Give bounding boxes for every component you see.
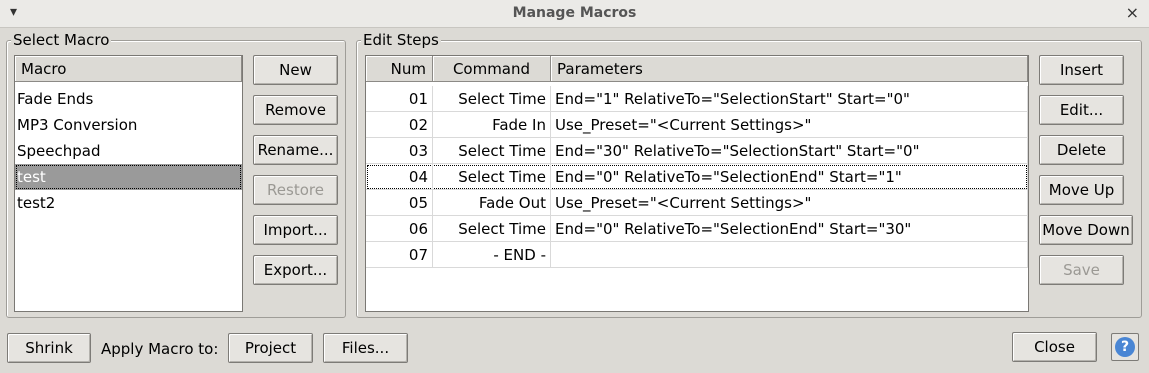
parameters-column-header[interactable]: Parameters (551, 56, 1028, 82)
select-macro-label: Select Macro (11, 31, 112, 49)
macro-column-header[interactable]: Macro (15, 56, 242, 82)
edit-button[interactable]: Edit... (1039, 95, 1124, 125)
export-button[interactable]: Export... (253, 255, 338, 285)
command-column-header[interactable]: Command (433, 56, 551, 82)
step-num-cell: 07 (366, 242, 433, 267)
help-icon: ? (1115, 337, 1135, 357)
close-icon[interactable]: × (1126, 3, 1139, 22)
step-num-cell: 04 (366, 164, 433, 189)
step-parameters-cell: End="1" RelativeTo="SelectionStart" Star… (551, 86, 1028, 111)
apply-files-button[interactable]: Files... (323, 333, 408, 363)
step-command-cell: Fade Out (433, 190, 551, 215)
macro-list[interactable]: Macro Fade Ends MP3 Conversion Speechpad te… (14, 55, 243, 312)
apply-macro-label: Apply Macro to: (101, 340, 219, 358)
step-row[interactable]: 06 Select Time End="0" RelativeTo="Selecti… (366, 216, 1028, 242)
apply-project-button[interactable]: Project (228, 333, 313, 363)
step-parameters-cell: End="30" RelativeTo="SelectionStart" Sta… (551, 138, 1028, 163)
step-command-cell: Select Time (433, 86, 551, 111)
num-column-header[interactable]: Num (366, 56, 433, 82)
remove-button[interactable]: Remove (253, 95, 338, 125)
help-button[interactable]: ? (1111, 333, 1139, 361)
window-title: Manage Macros (512, 5, 637, 21)
step-parameters-cell: End="0" RelativeTo="SelectionEnd" Start=… (551, 216, 1028, 241)
step-parameters-cell: End="0" RelativeTo="SelectionEnd" Start=… (551, 164, 1028, 189)
move-down-button[interactable]: Move Down (1039, 215, 1133, 245)
step-parameters-cell: Use_Preset="<Current Settings>" (551, 190, 1028, 215)
macro-list-item[interactable]: test (15, 164, 242, 190)
step-num-cell: 06 (366, 216, 433, 241)
rename-button[interactable]: Rename... (253, 135, 338, 165)
move-up-button[interactable]: Move Up (1039, 175, 1124, 205)
step-num-cell: 03 (366, 138, 433, 163)
close-button[interactable]: Close (1012, 332, 1097, 362)
step-command-cell: - END - (433, 242, 551, 267)
macro-list-item[interactable]: Fade Ends (15, 86, 242, 112)
step-row[interactable]: 03 Select Time End="30" RelativeTo="Select… (366, 138, 1028, 164)
step-command-cell: Select Time (433, 138, 551, 163)
import-button[interactable]: Import... (253, 215, 338, 245)
steps-table[interactable]: Num Command Parameters 01 Select Time End=… (365, 55, 1029, 312)
shrink-button[interactable]: Shrink (7, 333, 91, 363)
title-bar: ▾ Manage Macros × (0, 0, 1149, 28)
insert-button[interactable]: Insert (1039, 55, 1124, 85)
restore-button[interactable]: Restore (253, 175, 338, 205)
step-command-cell: Select Time (433, 164, 551, 189)
macro-list-item[interactable]: Speechpad (15, 138, 242, 164)
step-row[interactable]: 05 Fade Out Use_Preset="<Current Settings>… (366, 190, 1028, 216)
step-command-cell: Select Time (433, 216, 551, 241)
step-command-cell: Fade In (433, 112, 551, 137)
step-num-cell: 02 (366, 112, 433, 137)
step-row[interactable]: 02 Fade In Use_Preset="<Current Settings>" (366, 112, 1028, 138)
step-num-cell: 05 (366, 190, 433, 215)
step-num-cell: 01 (366, 86, 433, 111)
delete-button[interactable]: Delete (1039, 135, 1124, 165)
step-row[interactable]: 07- END - (366, 242, 1028, 268)
new-button[interactable]: New (253, 55, 338, 85)
edit-steps-label: Edit Steps (361, 31, 441, 49)
macro-list-item[interactable]: MP3 Conversion (15, 112, 242, 138)
step-row[interactable]: 01 Select Time End="1" RelativeTo="Selecti… (366, 86, 1028, 112)
step-parameters-cell (551, 242, 1028, 267)
macro-list-item[interactable]: test2 (15, 190, 242, 216)
save-button[interactable]: Save (1039, 255, 1124, 285)
step-row[interactable]: 04 Select Time End="0" RelativeTo="Selecti… (366, 164, 1028, 190)
step-parameters-cell: Use_Preset="<Current Settings>" (551, 112, 1028, 137)
